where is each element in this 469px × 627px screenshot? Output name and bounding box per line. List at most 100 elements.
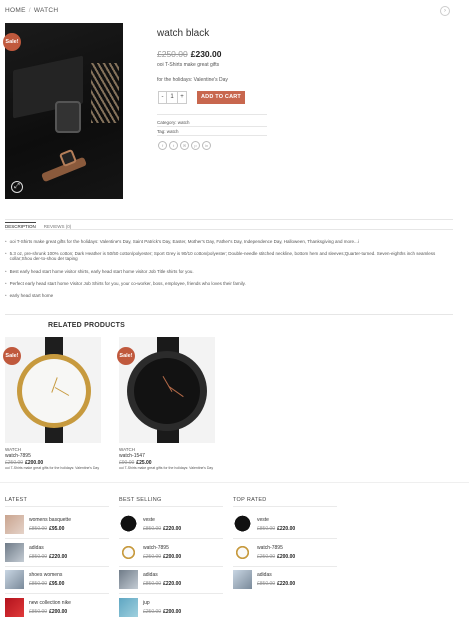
qty-minus-button[interactable]: - <box>159 92 167 103</box>
list-item[interactable]: watch-7895 £250.00 £200.00 <box>119 543 181 562</box>
add-to-cart-button[interactable]: ADD TO CART <box>197 91 245 104</box>
tab-reviews[interactable]: REVIEWS (0) <box>44 222 72 229</box>
product-thumbnail <box>5 570 24 589</box>
list-item[interactable]: veste £850.00 £220.00 <box>119 515 181 534</box>
old-price: £250.00 <box>157 49 188 59</box>
product-thumbnail <box>5 598 24 617</box>
current-price: £230.00 <box>190 49 222 59</box>
product-thumbnail <box>119 598 138 617</box>
product-thumbnail <box>119 543 138 562</box>
tab-description[interactable]: DESCRIPTION <box>5 222 36 229</box>
list-item[interactable]: adidas £850.00 £220.00 <box>5 543 67 562</box>
list-item[interactable]: adidas £850.00 £220.00 <box>233 570 295 589</box>
linkedin-icon[interactable]: in <box>202 141 211 150</box>
tag-link[interactable]: watch <box>167 129 179 134</box>
share-icons: f t ✉ p in <box>158 141 211 150</box>
related-product-name[interactable]: watch-7895 <box>5 453 31 459</box>
short-description-2: for the holidays: Valentine's Day <box>157 77 228 83</box>
list-item: 5.3 oz, pre-shrunk 100% cotton; Dark Hea… <box>5 251 455 261</box>
item-price: £250.00 £200.00 <box>257 554 296 560</box>
product-main-image[interactable]: ⤢ <box>5 23 123 199</box>
category-label: Category: <box>157 120 177 125</box>
category-meta: Category: watch <box>157 120 190 125</box>
item-price: £250.00 £200.00 <box>143 554 182 560</box>
top-rated-title: TOP RATED <box>233 497 267 503</box>
item-name[interactable]: jup <box>143 600 181 606</box>
item-price: £850.00 £220.00 <box>257 526 296 532</box>
item-price: £850.00 £220.00 <box>29 554 68 560</box>
qty-plus-button[interactable]: + <box>178 92 186 103</box>
facebook-icon[interactable]: f <box>158 141 167 150</box>
product-price: £250.00 £230.00 <box>157 49 221 59</box>
item-name[interactable]: shoes womens <box>29 572 64 578</box>
short-description-1: ooi T-Shirts make great gifts <box>157 62 220 68</box>
divider <box>5 506 109 507</box>
next-product-icon[interactable]: › <box>440 6 450 16</box>
related-category: WATCH <box>119 447 135 452</box>
product-thumbnail <box>233 543 252 562</box>
qty-input[interactable]: 1 <box>167 92 178 103</box>
product-thumbnail <box>119 515 138 534</box>
product-thumbnail <box>5 543 24 562</box>
related-product-name[interactable]: watch-1547 <box>119 453 145 459</box>
divider <box>157 135 267 136</box>
item-name[interactable]: watch-7895 <box>257 545 295 551</box>
item-name[interactable]: veste <box>257 517 295 523</box>
divider <box>119 506 223 507</box>
item-price: £850.00 £95.00 <box>29 526 65 532</box>
divider <box>233 506 337 507</box>
list-item: ooi T-Shirts make great gifts for the ho… <box>5 239 455 244</box>
related-products-title: RELATED PRODUCTS <box>48 322 125 329</box>
category-link[interactable]: watch <box>178 120 190 125</box>
item-name[interactable]: adidas <box>29 545 67 551</box>
quantity-stepper[interactable]: - 1 + <box>158 91 187 104</box>
list-item[interactable]: adidas £850.00 £220.00 <box>119 570 181 589</box>
product-thumbnail <box>119 570 138 589</box>
divider <box>5 229 453 230</box>
latest-title: LATEST <box>5 497 28 503</box>
item-name[interactable]: watch-7895 <box>143 545 181 551</box>
email-icon[interactable]: ✉ <box>180 141 189 150</box>
divider <box>157 114 267 115</box>
breadcrumb-current[interactable]: WATCH <box>34 7 59 14</box>
list-item: Perfect early head start home Visitor Jo… <box>5 281 455 286</box>
list-item[interactable]: womens basquette £850.00 £95.00 <box>5 515 71 534</box>
divider <box>5 314 453 315</box>
related-description: ooi T-Shirts make great gifts for the ho… <box>119 466 214 470</box>
item-name[interactable]: adidas <box>143 572 181 578</box>
tag-meta: Tag: watch <box>157 129 179 134</box>
item-name[interactable]: new collection nike <box>29 600 71 606</box>
item-name[interactable]: womens basquette <box>29 517 71 523</box>
breadcrumb-separator: / <box>28 7 31 14</box>
list-item[interactable]: veste £850.00 £220.00 <box>233 515 295 534</box>
list-item[interactable]: new collection nike £850.00 £200.00 <box>5 598 71 617</box>
product-title: watch black <box>157 28 210 39</box>
product-tabs: DESCRIPTION REVIEWS (0) <box>5 222 71 229</box>
item-price: £850.00 £220.00 <box>257 581 296 587</box>
list-item[interactable]: watch-7895 £250.00 £200.00 <box>233 543 295 562</box>
item-name[interactable]: adidas <box>257 572 295 578</box>
item-price: £850.00 £200.00 <box>29 609 68 615</box>
list-item[interactable]: jup £250.00 £200.00 <box>119 598 181 617</box>
item-price: £850.00 £220.00 <box>143 581 182 587</box>
divider <box>0 482 469 483</box>
breadcrumb-home-link[interactable]: HOME <box>5 7 26 14</box>
list-item: early head start home <box>5 293 455 298</box>
divider <box>157 126 267 127</box>
sale-badge: Sale! <box>3 347 21 365</box>
product-thumbnail <box>233 515 252 534</box>
pinterest-icon[interactable]: p <box>191 141 200 150</box>
product-thumbnail <box>233 570 252 589</box>
item-price: £250.00 £200.00 <box>143 609 182 615</box>
breadcrumb: HOME / WATCH <box>5 7 58 14</box>
related-category: WATCH <box>5 447 21 452</box>
list-item[interactable]: shoes womens £850.00 £95.00 <box>5 570 64 589</box>
item-price: £850.00 £220.00 <box>143 526 182 532</box>
product-thumbnail <box>5 515 24 534</box>
item-name[interactable]: veste <box>143 517 181 523</box>
sale-badge: Sale! <box>3 33 21 51</box>
divider <box>5 219 453 220</box>
zoom-icon[interactable]: ⤢ <box>11 181 23 193</box>
twitter-icon[interactable]: t <box>169 141 178 150</box>
item-price: £850.00 £95.00 <box>29 581 65 587</box>
